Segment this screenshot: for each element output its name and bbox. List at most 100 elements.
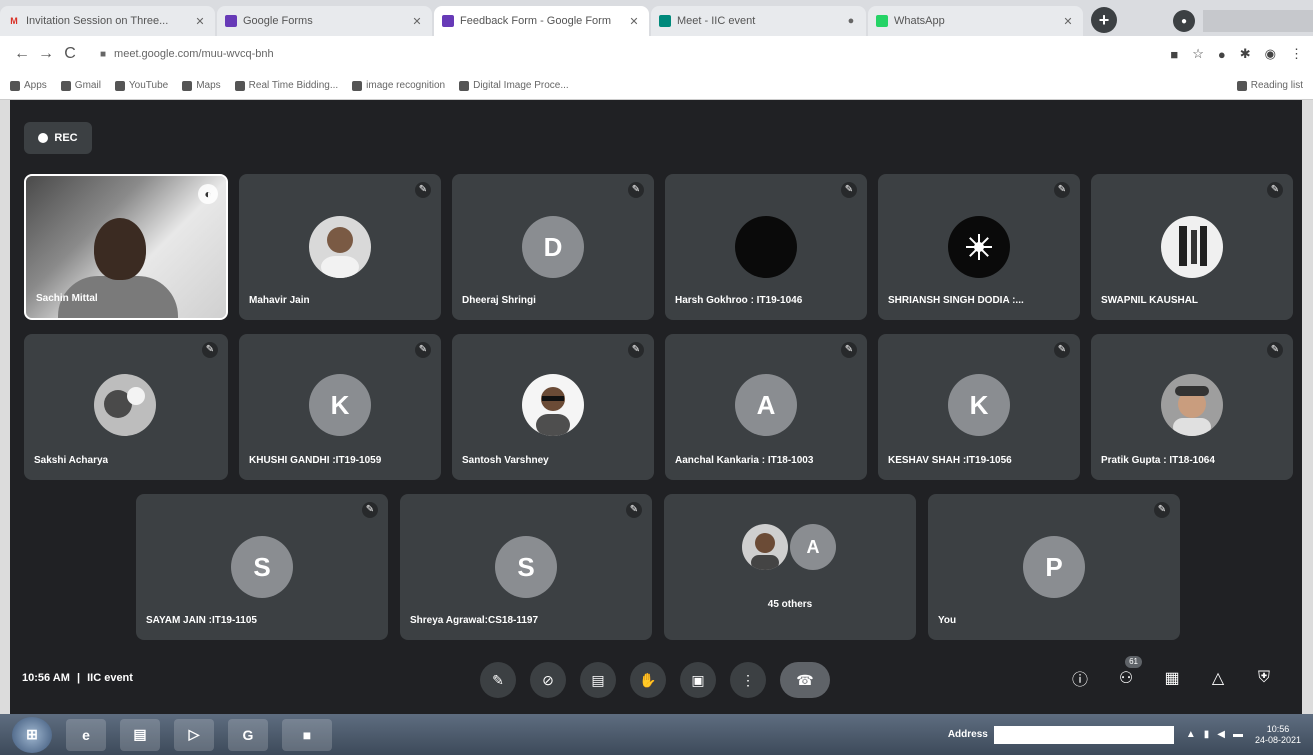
taskbar-app[interactable]: ■: [282, 718, 332, 751]
clock-time: 10:56: [1266, 723, 1290, 734]
tab-title: Meet - IIC event: [677, 15, 756, 27]
mic-button[interactable]: ✎: [480, 662, 516, 698]
bookmark-maps[interactable]: Maps: [182, 80, 221, 91]
mic-icon: ✎: [492, 671, 504, 688]
bookmark-dip[interactable]: Digital Image Proce...: [459, 80, 569, 91]
tray-icon[interactable]: ▲: [1186, 729, 1196, 740]
others-tile[interactable]: A 45 others: [664, 494, 916, 640]
star-icon[interactable]: ☆: [1192, 46, 1204, 62]
reading-list[interactable]: Reading list: [1236, 80, 1303, 91]
forward-icon[interactable]: →: [34, 45, 58, 63]
activities-icon: △: [1211, 670, 1225, 687]
folder-icon: ▤: [133, 726, 147, 742]
participant-tile-self[interactable]: P ✎ You: [928, 494, 1180, 640]
participant-tile[interactable]: ✎ Harsh Gokhroo : IT19-1046: [665, 174, 867, 320]
taskbar-media[interactable]: ▷: [174, 718, 214, 751]
taskbar-chrome[interactable]: G: [228, 718, 268, 751]
captions-icon: ▤: [591, 671, 605, 688]
avatar: K: [309, 374, 371, 436]
people-button[interactable]: ⚇ 61: [1114, 656, 1142, 690]
leave-call-button[interactable]: ☎: [780, 662, 830, 698]
reload-icon[interactable]: C: [58, 45, 82, 63]
info-button[interactable]: ⓘ: [1068, 666, 1092, 690]
avatar: A: [735, 374, 797, 436]
menu-icon[interactable]: ⋮: [1290, 46, 1303, 62]
participant-name: Shreya Agrawal:CS18-1197: [410, 615, 539, 626]
close-icon[interactable]: ✕: [193, 15, 207, 28]
bookmark-gmail[interactable]: Gmail: [60, 80, 101, 91]
close-icon[interactable]: ✕: [410, 15, 424, 28]
participant-name: SAYAM JAIN :IT19-1105: [146, 615, 257, 626]
battery-icon[interactable]: ▬: [1233, 729, 1243, 740]
participant-tile[interactable]: ✎ Mahavir Jain: [239, 174, 441, 320]
back-icon[interactable]: ←: [10, 45, 34, 63]
bookmark-apps[interactable]: Apps: [10, 80, 47, 91]
url-field[interactable]: ■ meet.google.com/muu-wvcq-bnh: [90, 41, 1171, 67]
extension-icon[interactable]: ●: [1218, 47, 1226, 62]
participant-tile[interactable]: ✎ Pratik Gupta : IT18-1064: [1091, 334, 1293, 480]
tab-invitation[interactable]: M Invitation Session on Three... ✕: [0, 6, 215, 36]
participant-tile[interactable]: ✎ Sakshi Acharya: [24, 334, 228, 480]
taskbar-ie[interactable]: e: [66, 718, 106, 751]
new-tab-button[interactable]: +: [1091, 7, 1117, 33]
profile-icon[interactable]: ●: [1173, 10, 1195, 32]
pin-icon[interactable]: ◐: [198, 184, 218, 204]
network-icon[interactable]: ▮: [1204, 729, 1210, 740]
tab-meet[interactable]: Meet - IIC event ●: [651, 6, 866, 36]
host-controls-button[interactable]: ⛨: [1252, 666, 1276, 690]
start-button[interactable]: ⊞: [12, 716, 52, 753]
participant-tile[interactable]: A ✎ Aanchal Kankaria : IT18-1003: [665, 334, 867, 480]
bookmark-rtb[interactable]: Real Time Bidding...: [234, 80, 338, 91]
media-player-icon: ▷: [188, 726, 200, 742]
bookmark-image-recognition[interactable]: image recognition: [352, 80, 445, 91]
chat-button[interactable]: ▦: [1160, 666, 1184, 690]
participant-tile[interactable]: K ✎ KHUSHI GANDHI :IT19-1059: [239, 334, 441, 480]
captions-button[interactable]: ▤: [580, 662, 616, 698]
address-toolbar-input[interactable]: [993, 725, 1174, 744]
present-button[interactable]: ▣: [680, 662, 716, 698]
mic-off-icon: ✎: [1054, 182, 1070, 198]
window-controls[interactable]: [1203, 10, 1313, 32]
meeting-details[interactable]: 10:56 AM | IIC event: [22, 672, 133, 684]
tab-whatsapp[interactable]: WhatsApp ✕: [868, 6, 1083, 36]
camera-icon[interactable]: ■: [1170, 47, 1178, 62]
participant-tile[interactable]: S ✎ SAYAM JAIN :IT19-1105: [136, 494, 388, 640]
participant-tile[interactable]: K ✎ KESHAV SHAH :IT19-1056: [878, 334, 1080, 480]
others-count: 45 others: [767, 599, 813, 610]
tab-google-forms[interactable]: Google Forms ✕: [217, 6, 432, 36]
tab-title: Invitation Session on Three...: [26, 15, 169, 27]
hand-icon: ✋: [639, 671, 657, 688]
side-controls: ⓘ ⚇ 61 ▦ △ ⛨: [1068, 656, 1276, 690]
raise-hand-button[interactable]: ✋: [630, 662, 666, 698]
puzzle-icon[interactable]: ✱: [1240, 46, 1251, 62]
close-icon[interactable]: ✕: [1061, 15, 1075, 28]
participant-tile[interactable]: S ✎ Shreya Agrawal:CS18-1197: [400, 494, 652, 640]
system-clock[interactable]: 10:56 24-08-2021: [1255, 724, 1301, 746]
os-taskbar: ⊞ e ▤ ▷ G ■ Address ▲ ▮ ◀ ▬ 10:56 24-08-…: [0, 714, 1313, 755]
volume-icon[interactable]: ◀: [1217, 729, 1225, 740]
more-options-button[interactable]: ⋮: [730, 662, 766, 698]
participant-name: KHUSHI GANDHI :IT19-1059: [249, 455, 382, 466]
participant-name: Santosh Varshney: [462, 455, 549, 466]
avatar-icon[interactable]: ◉: [1265, 46, 1276, 62]
tab-title: WhatsApp: [894, 15, 945, 27]
participant-tile[interactable]: ✎ SWAPNIL KAUSHAL: [1091, 174, 1293, 320]
camera-button[interactable]: ⊘: [530, 662, 566, 698]
people-icon: ⚇: [1118, 670, 1134, 687]
participant-tile[interactable]: ✎ Santosh Varshney: [452, 334, 654, 480]
participant-tile[interactable]: ✎ SHRIANSH SINGH DODIA :...: [878, 174, 1080, 320]
tab-feedback-form[interactable]: Feedback Form - Google Form ✕: [434, 6, 649, 36]
avatar: [522, 374, 584, 436]
maps-icon: [182, 80, 193, 91]
bookmark-youtube[interactable]: YouTube: [114, 80, 168, 91]
mic-off-icon: ✎: [202, 342, 218, 358]
separator: |: [76, 672, 81, 684]
activities-button[interactable]: △: [1206, 666, 1230, 690]
participant-tile[interactable]: ◐ Sachin Mittal: [24, 174, 228, 320]
participant-tile[interactable]: D ✎ Dheeraj Shringi: [452, 174, 654, 320]
system-tray: ▲ ▮ ◀ ▬: [1186, 729, 1243, 740]
whatsapp-icon: [876, 15, 888, 27]
close-icon[interactable]: ✕: [627, 15, 641, 28]
taskbar-explorer[interactable]: ▤: [120, 718, 160, 751]
audio-icon[interactable]: ●: [844, 15, 858, 27]
